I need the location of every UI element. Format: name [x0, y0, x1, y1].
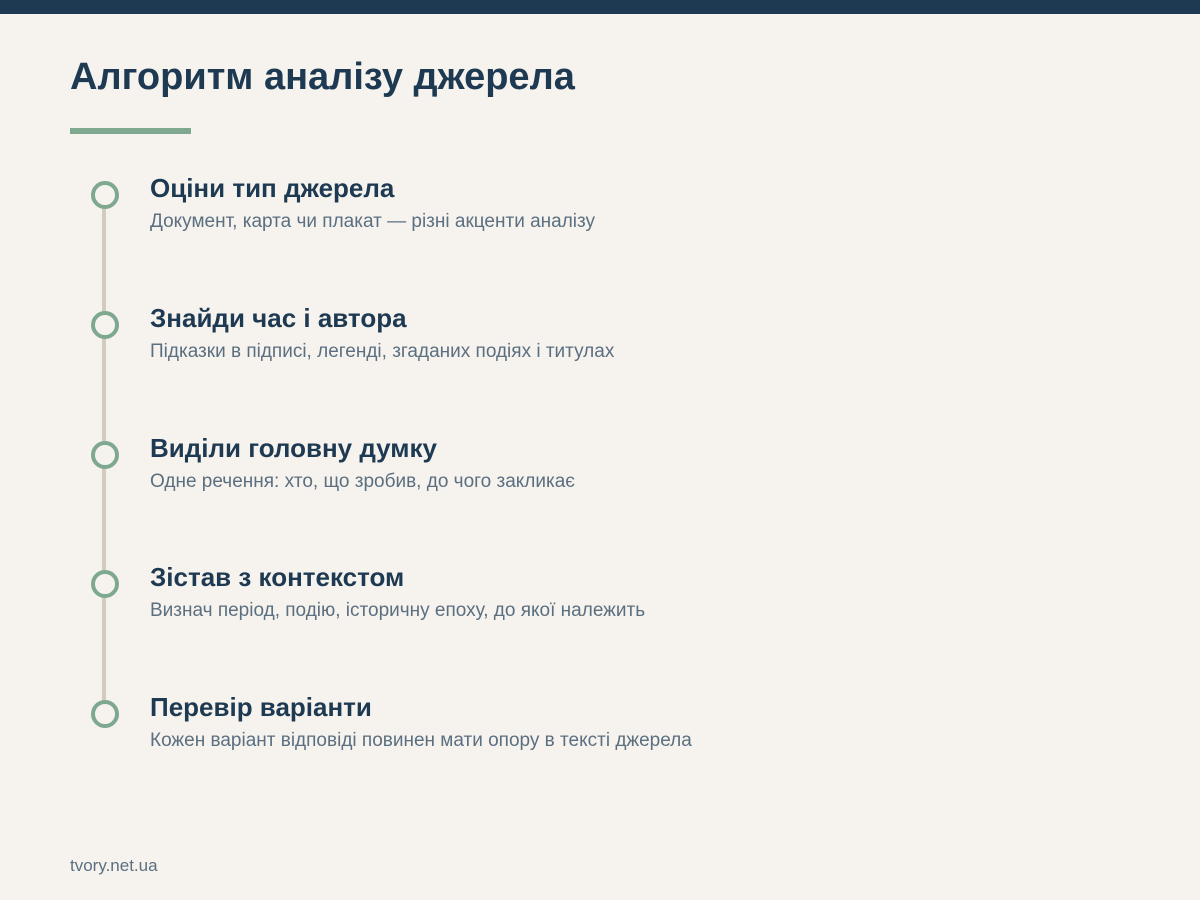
circle-marker-icon: [91, 441, 119, 469]
circle-marker-icon: [91, 311, 119, 339]
step-item-context: Зістав з контекстом Визнач період, подію…: [0, 561, 1200, 661]
step-title: Знайди час і автора: [150, 303, 407, 333]
step-item-main-idea: Виділи головну думку Одне речення: хто, …: [0, 432, 1200, 532]
step-description: Одне речення: хто, що зробив, до чого за…: [150, 471, 575, 492]
footer-site-name: tvory.net.ua: [70, 856, 158, 875]
page-title: Алгоритм аналізу джерела: [70, 56, 575, 98]
step-description: Документ, карта чи плакат — різні акцент…: [150, 211, 596, 232]
step-title: Зістав з контекстом: [150, 562, 405, 592]
title-underline: [70, 128, 191, 134]
step-description: Кожен варіант відповіді повинен мати опо…: [150, 730, 692, 751]
step-item-check-options: Перевір варіанти Кожен варіант відповіді…: [0, 691, 1200, 791]
circle-marker-icon: [91, 570, 119, 598]
circle-marker-icon: [91, 181, 119, 209]
step-title: Виділи головну думку: [150, 433, 438, 463]
step-item-time-author: Знайди час і автора Підказки в підписі, …: [0, 302, 1200, 402]
step-item-type: Оціни тип джерела Документ, карта чи пла…: [0, 172, 1200, 272]
step-title: Оціни тип джерела: [150, 173, 395, 203]
step-description: Визнач період, подію, історичну епоху, д…: [150, 600, 646, 621]
step-title: Перевір варіанти: [150, 692, 372, 722]
top-header-bar: [0, 0, 1200, 14]
circle-marker-icon: [91, 700, 119, 728]
step-description: Підказки в підписі, легенді, згаданих по…: [150, 341, 615, 362]
